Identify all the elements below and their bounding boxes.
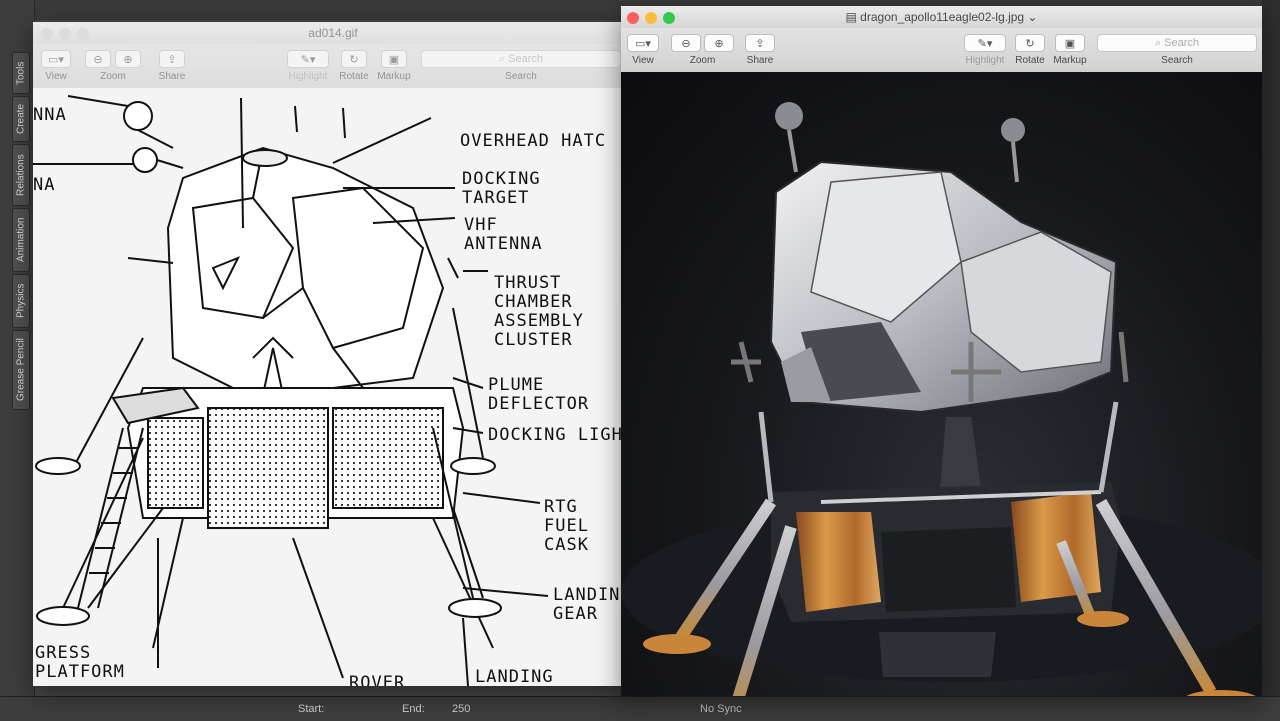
markup-button[interactable]: ▣ [1055, 34, 1085, 52]
tab-grease-pencil[interactable]: Grease Pencil [12, 330, 30, 410]
zoom-in-button[interactable]: ⊕ [704, 34, 734, 52]
rotate-label: Rotate [339, 71, 369, 82]
zoom-in-icon: ⊕ [714, 37, 724, 50]
label-docking-target: DOCKING TARGET [462, 169, 541, 208]
label-antenna-2: NA [33, 175, 56, 195]
window-title: ad014.gif [308, 26, 358, 40]
label-rtg-fuel-cask: RTG FUEL CASK [544, 497, 589, 555]
window-toolbar: ▭▾ View ⊖ ⊕ Zoom ⇪ Share ✎▾ Highlight ↻ … [33, 44, 633, 89]
label-vhf-antenna: VHF ANTENNA [464, 215, 543, 254]
minimize-button[interactable] [59, 28, 71, 40]
tab-create[interactable]: Create [12, 96, 30, 142]
markup-label: Markup [1053, 55, 1087, 66]
rotate-icon: ↻ [1025, 37, 1035, 50]
zoom-out-icon: ⊖ [681, 37, 691, 50]
start-label: Start: [298, 703, 325, 715]
view-button[interactable]: ▭▾ [627, 34, 659, 52]
document-icon: ▤ [845, 10, 861, 24]
highlight-button[interactable]: ✎▾ [287, 50, 329, 68]
label-plume-deflector: PLUME DEFLECTOR [488, 375, 590, 414]
label-egress-platform: GRESS PLATFORM [35, 643, 125, 682]
pen-icon: ✎▾ [300, 53, 316, 66]
minimize-button[interactable] [645, 12, 657, 24]
tab-physics[interactable]: Physics [12, 274, 30, 328]
sync-select[interactable]: No Sync [700, 703, 742, 715]
search-icon: ⌕ [1154, 36, 1165, 49]
label-landing-probe: LANDING PROBE [475, 667, 554, 687]
zoom-out-button[interactable]: ⊖ [671, 34, 701, 52]
share-button[interactable]: ⇪ [159, 50, 185, 68]
background-tool-shelf: Tools Create Relations Animation Physics… [0, 0, 35, 720]
search-field[interactable]: ⌕ Search [1097, 34, 1257, 52]
window-title: dragon_apollo11eagle02-lg.jpg [860, 10, 1025, 24]
sidebar-icon: ▭▾ [48, 53, 64, 66]
label-overhead-hatch: OVERHEAD HATC [460, 131, 607, 151]
lunar-module-model-photo [621, 72, 1262, 696]
close-button[interactable] [627, 12, 639, 24]
toolbox-icon: ▣ [388, 53, 400, 66]
label-docking-light: DOCKING LIGH [488, 425, 623, 445]
view-button[interactable]: ▭▾ [41, 50, 71, 68]
zoom-button[interactable] [77, 28, 89, 40]
share-label: Share [746, 55, 774, 66]
zoom-label: Zoom [689, 55, 716, 66]
share-label: Share [158, 71, 186, 82]
tab-tools[interactable]: Tools [12, 52, 30, 94]
preview-window-diagram: ad014.gif ▭▾ View ⊖ ⊕ Zoom ⇪ Share ✎▾ Hi… [33, 22, 633, 686]
share-button[interactable]: ⇪ [745, 34, 775, 52]
toolbox-icon: ▣ [1064, 37, 1076, 50]
end-label: End: [402, 703, 425, 715]
search-placeholder: Search [1164, 37, 1200, 49]
tab-relations[interactable]: Relations [12, 144, 30, 206]
window-titlebar: ▤ dragon_apollo11eagle02-lg.jpg ⌄ [621, 6, 1262, 28]
chevron-down-icon[interactable]: ⌄ [1024, 10, 1037, 24]
label-antenna-1: NNA [33, 105, 67, 125]
rotate-label: Rotate [1015, 55, 1045, 66]
view-label: View [632, 55, 654, 66]
zoom-out-icon: ⊖ [93, 53, 103, 66]
window-toolbar: ▭▾ View ⊖ ⊕ Zoom ⇪ Share ✎▾ Highlight ↻ … [621, 28, 1262, 73]
pen-icon: ✎▾ [977, 37, 993, 50]
label-rover: ROVER [349, 673, 406, 687]
markup-label: Markup [377, 71, 411, 82]
end-value[interactable]: 250 [452, 703, 470, 715]
view-label: View [45, 71, 67, 82]
search-label: Search [505, 71, 537, 82]
sidebar-icon: ▭▾ [635, 37, 651, 50]
zoom-button[interactable] [663, 12, 675, 24]
rotate-button[interactable]: ↻ [1015, 34, 1045, 52]
highlight-button[interactable]: ✎▾ [964, 34, 1006, 52]
lunar-module-model-illustration [621, 102, 1262, 696]
label-landing-gear: LANDIN GEAR [553, 585, 621, 624]
tab-animation[interactable]: Animation [12, 208, 30, 272]
zoom-in-button[interactable]: ⊕ [115, 50, 141, 68]
share-icon: ⇪ [167, 53, 177, 66]
close-button[interactable] [41, 28, 53, 40]
markup-button[interactable]: ▣ [381, 50, 407, 68]
rotate-icon: ↻ [349, 53, 359, 66]
background-right-panel [1262, 0, 1280, 720]
lunar-module-diagram: NNA NA OVERHEAD HATC DOCKING TARGET VHF … [33, 88, 633, 686]
search-placeholder: Search [508, 53, 544, 65]
preview-window-photo: ▤ dragon_apollo11eagle02-lg.jpg ⌄ ▭▾ Vie… [621, 6, 1262, 696]
share-icon: ⇪ [755, 37, 765, 50]
window-titlebar: ad014.gif [33, 22, 633, 44]
search-field[interactable]: ⌕ Search [421, 50, 621, 68]
zoom-in-icon: ⊕ [123, 53, 133, 66]
zoom-label: Zoom [100, 71, 126, 82]
label-thrust-chamber: THRUST CHAMBER ASSEMBLY CLUSTER [494, 273, 584, 350]
search-label: Search [1161, 55, 1193, 66]
timeline-bar: Start: End: 250 No Sync [0, 696, 1280, 721]
highlight-label: Highlight [288, 71, 328, 82]
search-icon: ⌕ [498, 52, 509, 65]
rotate-button[interactable]: ↻ [341, 50, 367, 68]
zoom-out-button[interactable]: ⊖ [85, 50, 111, 68]
highlight-label: Highlight [965, 55, 1005, 66]
